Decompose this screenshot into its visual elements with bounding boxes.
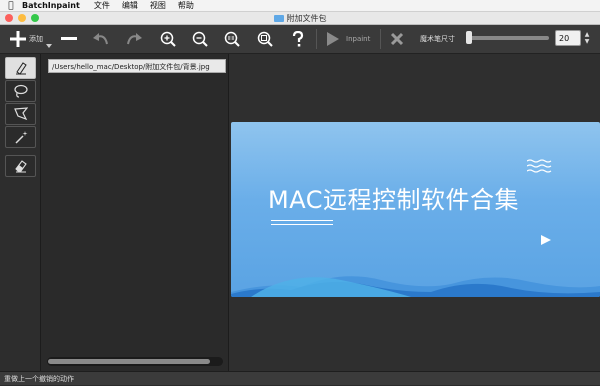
tool-sidebar xyxy=(0,54,41,371)
cancel-button[interactable] xyxy=(388,28,406,50)
toolbar-separator xyxy=(380,29,381,49)
brush-size-slider-track[interactable] xyxy=(466,36,549,40)
polygonal-lasso-tool-button[interactable] xyxy=(5,103,36,125)
file-path-item[interactable]: /Users/hello_mac/Desktop/附加文件包/背景.jpg xyxy=(48,59,226,73)
toolbar-separator xyxy=(316,29,317,49)
headline-underline xyxy=(271,220,333,221)
play-triangle-graphic xyxy=(541,235,551,245)
scrollbar-thumb[interactable] xyxy=(48,359,210,364)
brush-size-input[interactable]: 20 xyxy=(555,30,581,46)
eraser-tool-button[interactable] xyxy=(5,155,36,177)
brush-size-stepper[interactable]: ▲ ▼ xyxy=(582,30,592,46)
lasso-tool-button[interactable] xyxy=(5,80,36,102)
minus-icon xyxy=(61,37,77,40)
status-bar: 重做上一个撤销的动作 xyxy=(0,371,600,385)
menu-bar:  BatchInpaint 文件 编辑 视图 帮助 xyxy=(0,0,600,12)
add-label: 添加 xyxy=(29,35,43,43)
zoom-actual-size-icon xyxy=(224,31,240,47)
menu-view[interactable]: 视图 xyxy=(150,0,166,11)
menu-app-name[interactable]: BatchInpaint xyxy=(22,1,80,10)
add-dropdown-arrow-icon[interactable] xyxy=(46,42,52,50)
window-title: 附加文件包 xyxy=(0,13,600,24)
stepper-down-icon[interactable]: ▼ xyxy=(585,38,590,45)
menu-file[interactable]: 文件 xyxy=(94,0,110,11)
image-canvas[interactable]: MAC远程控制软件合集 xyxy=(229,54,600,371)
menu-help[interactable]: 帮助 xyxy=(178,0,194,11)
brush-size-label: 魔术笔尺寸 xyxy=(420,35,455,43)
window-title-text: 附加文件包 xyxy=(286,14,327,23)
folder-icon xyxy=(273,15,284,22)
zoom-in-button[interactable] xyxy=(158,28,178,50)
file-list-panel: /Users/hello_mac/Desktop/附加文件包/背景.jpg xyxy=(41,54,229,371)
undo-button[interactable] xyxy=(91,28,111,50)
magic-wand-tool-button[interactable] xyxy=(5,126,36,148)
help-button[interactable] xyxy=(288,28,308,50)
add-button[interactable] xyxy=(8,28,28,50)
menu-edit[interactable]: 编辑 xyxy=(122,0,138,11)
marker-tool-button[interactable] xyxy=(5,57,36,79)
zoom-in-icon xyxy=(160,31,176,47)
actual-size-button[interactable] xyxy=(222,28,242,50)
inpaint-label: Inpaint xyxy=(346,35,371,43)
apple-icon[interactable]:  xyxy=(0,1,22,11)
horizontal-scrollbar[interactable] xyxy=(47,357,223,366)
question-icon xyxy=(292,31,304,47)
brush-size-slider-knob[interactable] xyxy=(466,31,472,44)
plus-icon xyxy=(10,31,26,47)
zoom-out-button[interactable] xyxy=(190,28,210,50)
status-text: 重做上一个撤销的动作 xyxy=(4,375,74,383)
zoom-fit-icon xyxy=(257,31,273,47)
zoom-out-icon xyxy=(192,31,208,47)
lasso-icon xyxy=(13,84,28,98)
preview-headline: MAC远程控制软件合集 xyxy=(268,186,519,214)
redo-icon xyxy=(127,33,142,45)
headline-underline xyxy=(271,224,333,225)
redo-button[interactable] xyxy=(124,28,144,50)
eraser-icon xyxy=(14,160,27,173)
stepper-up-icon[interactable]: ▲ xyxy=(585,31,590,38)
polygon-lasso-icon xyxy=(13,107,28,121)
image-preview[interactable]: MAC远程控制软件合集 xyxy=(231,122,600,297)
magic-wand-icon xyxy=(14,131,27,144)
window-title-bar: 附加文件包 xyxy=(0,12,600,25)
play-icon xyxy=(327,32,339,46)
remove-button[interactable] xyxy=(59,28,79,50)
inpaint-button[interactable] xyxy=(324,28,342,50)
mountains-graphic xyxy=(231,276,600,297)
zoom-fit-button[interactable] xyxy=(255,28,275,50)
marker-icon xyxy=(15,62,27,75)
wave-lines-graphic xyxy=(527,159,552,173)
undo-icon xyxy=(93,33,108,45)
close-icon xyxy=(390,32,404,46)
